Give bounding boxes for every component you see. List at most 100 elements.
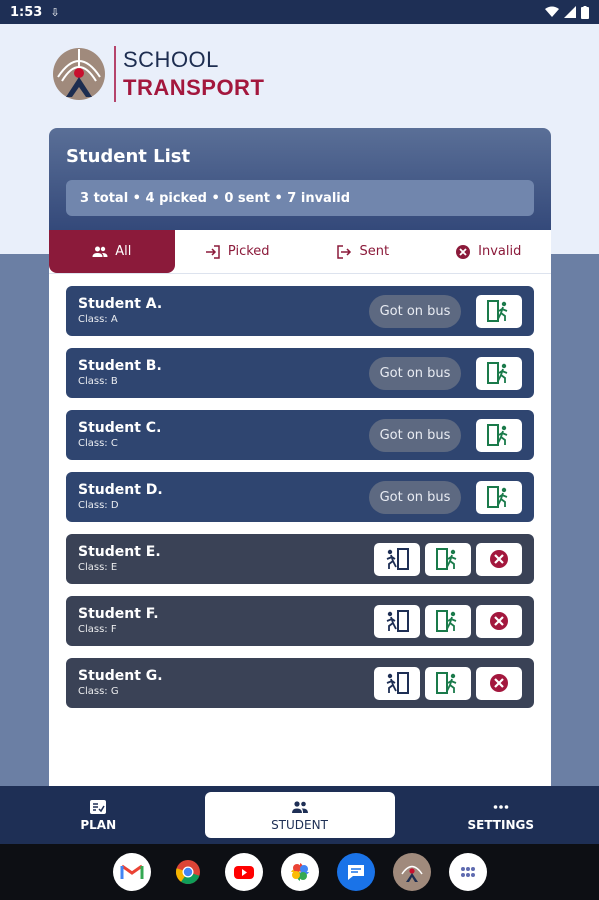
student-class: Class: B xyxy=(78,376,118,387)
student-row: Student A. Class: A Got on bus xyxy=(66,286,534,336)
card-header: Student List 3 total • 4 picked • 0 sent… xyxy=(49,128,551,230)
board-walk-icon xyxy=(386,610,409,632)
gmail-icon[interactable] xyxy=(112,853,151,891)
download-icon: ⇩ xyxy=(50,5,60,19)
student-name: Student C. xyxy=(78,420,162,436)
messages-icon[interactable] xyxy=(336,853,375,891)
board-bus-button[interactable] xyxy=(374,542,420,576)
bottom-navigation: PLAN STUDENT SETTINGS xyxy=(0,786,599,844)
mark-invalid-button[interactable] xyxy=(476,666,522,700)
exit-icon xyxy=(337,244,352,259)
school-transport-logo-icon xyxy=(53,48,105,100)
student-class: Class: C xyxy=(78,438,118,449)
photos-icon[interactable] xyxy=(280,853,319,891)
student-class: Class: G xyxy=(78,686,119,697)
tab-invalid[interactable]: Invalid xyxy=(426,230,552,273)
youtube-icon[interactable] xyxy=(224,853,263,891)
exit-walk-icon xyxy=(487,300,508,322)
student-info: Student B. Class: B xyxy=(78,357,369,389)
app-title-line2: TRANSPORT xyxy=(123,75,265,100)
logo-divider xyxy=(114,46,116,102)
signal-icon xyxy=(564,6,576,18)
tab-sent-label: Sent xyxy=(359,244,390,259)
exit-walk-icon xyxy=(487,424,508,446)
status-time: 1:53 xyxy=(10,4,43,20)
student-row: Student B. Class: B Got on bus xyxy=(66,348,534,398)
student-list-card: Student List 3 total • 4 picked • 0 sent… xyxy=(49,128,551,788)
exit-bus-button[interactable] xyxy=(476,480,522,514)
student-row: Student F. Class: F xyxy=(66,596,534,646)
exit-bus-button[interactable] xyxy=(425,666,471,700)
chrome-icon[interactable] xyxy=(169,853,207,891)
tab-all-label: All xyxy=(115,244,132,259)
got-on-bus-button[interactable]: Got on bus xyxy=(369,294,461,328)
student-info: Student C. Class: C xyxy=(78,419,369,451)
app-logo: SCHOOL TRANSPORT xyxy=(52,46,264,102)
status-icons xyxy=(545,5,589,19)
cancel-icon xyxy=(456,244,471,259)
student-class: Class: D xyxy=(78,500,119,511)
more-icon xyxy=(493,804,509,809)
exit-bus-button[interactable] xyxy=(425,542,471,576)
student-info: Student D. Class: D xyxy=(78,481,369,513)
school-transport-icon[interactable] xyxy=(392,853,431,891)
got-on-bus-button[interactable]: Got on bus xyxy=(369,418,461,452)
student-name: Student E. xyxy=(78,544,161,560)
student-row: Student C. Class: C Got on bus xyxy=(66,410,534,460)
group-icon xyxy=(291,800,308,813)
exit-bus-button[interactable] xyxy=(476,294,522,328)
nav-settings-label: SETTINGS xyxy=(467,817,535,832)
student-name: Student D. xyxy=(78,482,163,498)
board-bus-button[interactable] xyxy=(374,666,420,700)
mark-invalid-button[interactable] xyxy=(476,604,522,638)
cancel-icon xyxy=(490,612,508,630)
tab-sent[interactable]: Sent xyxy=(300,230,426,273)
cancel-icon xyxy=(490,550,508,568)
group-icon xyxy=(92,246,108,257)
cancel-icon xyxy=(490,674,508,692)
nav-plan-label: PLAN xyxy=(80,817,117,832)
exit-walk-icon xyxy=(487,362,508,384)
student-info: Student F. Class: F xyxy=(78,605,369,637)
battery-icon xyxy=(581,5,589,19)
filter-tabs: All Picked Sent Invalid xyxy=(49,230,551,274)
plan-icon xyxy=(90,799,107,814)
student-row: Student D. Class: D Got on bus xyxy=(66,472,534,522)
exit-bus-button[interactable] xyxy=(425,604,471,638)
login-icon xyxy=(205,244,220,259)
exit-bus-button[interactable] xyxy=(476,418,522,452)
student-info: Student E. Class: E xyxy=(78,543,369,575)
student-class: Class: F xyxy=(78,624,117,635)
card-title: Student List xyxy=(66,146,191,167)
exit-walk-icon xyxy=(436,672,457,694)
nav-plan[interactable]: PLAN xyxy=(0,792,197,838)
exit-walk-icon xyxy=(436,610,457,632)
student-class: Class: E xyxy=(78,562,118,573)
nav-student[interactable]: STUDENT xyxy=(204,792,395,838)
tab-picked[interactable]: Picked xyxy=(175,230,301,273)
status-bar: 1:53 ⇩ xyxy=(0,0,599,24)
student-row: Student E. Class: E xyxy=(66,534,534,584)
app-dock xyxy=(0,844,599,900)
student-name: Student G. xyxy=(78,668,163,684)
student-class: Class: A xyxy=(78,314,118,325)
student-name: Student A. xyxy=(78,296,163,312)
exit-bus-button[interactable] xyxy=(476,356,522,390)
tab-picked-label: Picked xyxy=(227,244,270,259)
board-bus-button[interactable] xyxy=(374,604,420,638)
exit-walk-icon xyxy=(487,486,508,508)
app-title: SCHOOL TRANSPORT xyxy=(123,46,264,102)
student-name: Student F. xyxy=(78,606,159,622)
nav-settings[interactable]: SETTINGS xyxy=(403,792,599,838)
student-info: Student G. Class: G xyxy=(78,667,369,699)
student-name: Student B. xyxy=(78,358,162,374)
tab-all[interactable]: All xyxy=(49,230,175,273)
nav-student-label: STUDENT xyxy=(271,817,328,832)
board-walk-icon xyxy=(386,548,409,570)
app-drawer-icon[interactable] xyxy=(448,853,487,891)
exit-walk-icon xyxy=(436,548,457,570)
got-on-bus-button[interactable]: Got on bus xyxy=(369,356,461,390)
got-on-bus-button[interactable]: Got on bus xyxy=(369,480,461,514)
app-title-line1: SCHOOL xyxy=(123,47,219,72)
mark-invalid-button[interactable] xyxy=(476,542,522,576)
